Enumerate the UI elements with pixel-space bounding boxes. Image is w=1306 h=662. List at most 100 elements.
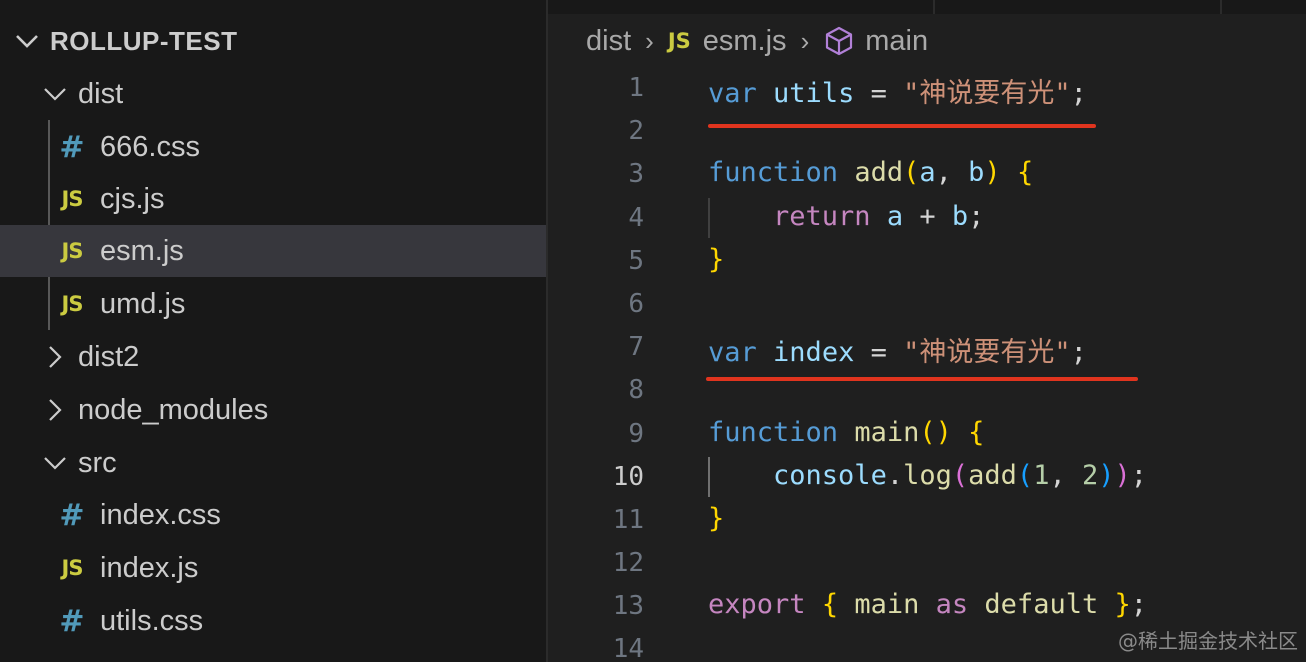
tree-folder-dist2[interactable]: dist2 <box>0 331 546 383</box>
explorer-root-folder[interactable]: ROLLUP-TEST <box>0 15 546 67</box>
code-line-9: function main() { <box>708 417 984 448</box>
js-file-icon: JS <box>61 239 84 263</box>
line-number: 3 <box>628 159 644 189</box>
tree-item-label: umd.js <box>100 287 186 320</box>
line-number: 5 <box>628 246 644 276</box>
explorer-sidebar: ROLLUP-TEST dist # 666.css JS cjs.js JS … <box>0 0 546 662</box>
line-number: 2 <box>628 116 644 146</box>
token-function: add <box>854 157 904 188</box>
annotation-underline <box>708 124 1096 128</box>
breadcrumb-folder[interactable]: dist <box>586 25 631 58</box>
token-paren: ( <box>1016 460 1034 491</box>
token-function: add <box>968 460 1017 491</box>
chevron-down-icon <box>12 26 42 56</box>
tree-folder-node-modules[interactable]: node_modules <box>0 384 546 436</box>
token-punct: , <box>1049 460 1082 491</box>
breadcrumb-file[interactable]: esm.js <box>703 25 787 58</box>
token-brace: { <box>821 589 839 620</box>
token-keyword: return <box>773 201 871 232</box>
token-param: a <box>919 157 936 188</box>
token-punct: ; <box>1130 460 1148 491</box>
chevron-right-icon <box>40 395 70 425</box>
line-number: 9 <box>628 419 644 449</box>
tree-folder-src[interactable]: src <box>0 437 546 489</box>
token-brace: } <box>1114 589 1131 620</box>
line-number: 7 <box>628 332 644 362</box>
token-paren: () <box>919 417 952 448</box>
token-paren: ( <box>903 157 920 188</box>
token-keyword: var <box>708 337 757 368</box>
chevron-right-icon <box>40 342 70 372</box>
tab-separator <box>933 0 935 14</box>
token-brace: } <box>708 244 725 275</box>
line-number: 13 <box>612 591 644 621</box>
tree-file-index-js[interactable]: JS index.js <box>0 542 546 594</box>
line-number: 1 <box>628 73 644 103</box>
js-file-icon: JS <box>61 187 84 211</box>
css-hash-icon: # <box>59 497 85 533</box>
token-operator: = <box>854 337 904 368</box>
token-param: b <box>968 157 985 188</box>
js-file-icon: JS <box>61 556 84 580</box>
line-number: 6 <box>628 289 644 319</box>
token-punct: ; <box>1130 589 1148 620</box>
line-number: 11 <box>612 505 644 535</box>
symbol-method-cube-icon <box>826 26 853 56</box>
code-line-3: function add(a, b) { <box>708 157 1033 188</box>
tree-file-cjs-js[interactable]: JS cjs.js <box>0 173 546 225</box>
token-punct: , <box>935 157 969 188</box>
token-identifier: main <box>854 589 920 620</box>
tree-file-index-css[interactable]: # index.css <box>0 489 546 541</box>
token-string: "神说要有光" <box>903 78 1071 109</box>
token-object: console <box>773 460 887 491</box>
token-number: 2 <box>1081 460 1099 491</box>
line-number: 14 <box>612 634 644 662</box>
line-number: 8 <box>628 375 644 405</box>
tree-file-666-css[interactable]: # 666.css <box>0 121 546 173</box>
line-number: 12 <box>612 548 644 578</box>
token-punct: . <box>886 460 904 491</box>
tree-item-label: dist2 <box>78 340 140 373</box>
tree-item-label: cjs.js <box>100 182 165 215</box>
code-line-5: } <box>708 244 724 275</box>
tree-item-label: index.css <box>100 498 221 531</box>
chevron-down-icon <box>40 448 70 478</box>
token-number: 1 <box>1033 460 1050 491</box>
breadcrumb-symbol[interactable]: main <box>865 25 928 58</box>
tree-item-label: node_modules <box>78 393 269 426</box>
tree-file-umd-js[interactable]: JS umd.js <box>0 278 546 330</box>
code-line-10: console.log(add(1, 2)); <box>708 460 1147 491</box>
token-method: log <box>903 460 952 491</box>
tab-strip <box>548 0 1306 14</box>
tree-item-label: 666.css <box>100 130 200 163</box>
code-line-13: export { main as default }; <box>708 589 1147 620</box>
token-paren: ) <box>1114 460 1131 491</box>
code-editor[interactable]: dist › JS esm.js › main 1 2 3 4 5 6 7 8 … <box>548 0 1306 662</box>
tree-file-esm-js[interactable]: JS esm.js <box>0 225 546 277</box>
token-brace: } <box>708 503 725 534</box>
tree-item-label: esm.js <box>100 234 184 267</box>
line-number: 4 <box>628 203 644 233</box>
tab-separator <box>1220 0 1222 14</box>
code-line-11: } <box>708 503 724 534</box>
tree-item-label: index.js <box>100 551 199 584</box>
css-hash-icon: # <box>59 129 85 165</box>
tree-folder-dist[interactable]: dist <box>0 68 546 120</box>
js-file-icon: JS <box>667 29 691 53</box>
annotation-underline <box>706 377 1138 381</box>
root-folder-label: ROLLUP-TEST <box>50 25 238 56</box>
code-line-7: var index = "神说要有光"; <box>708 330 1087 369</box>
watermark-text: @稀土掘金技术社区 <box>1118 629 1298 653</box>
token-keyword: function <box>708 157 839 188</box>
token-variable: b <box>951 201 969 232</box>
line-number-current: 10 <box>612 462 644 492</box>
token-operator: + <box>903 201 952 232</box>
tree-file-utils-css[interactable]: # utils.css <box>0 595 546 647</box>
token-variable: utils <box>773 78 855 109</box>
token-keyword: var <box>708 78 757 109</box>
token-paren: ( <box>951 460 969 491</box>
token-keyword: export <box>708 589 806 620</box>
token-operator: = <box>854 78 904 109</box>
token-variable: a <box>886 201 904 232</box>
code-line-1: var utils = "神说要有光"; <box>708 71 1087 110</box>
